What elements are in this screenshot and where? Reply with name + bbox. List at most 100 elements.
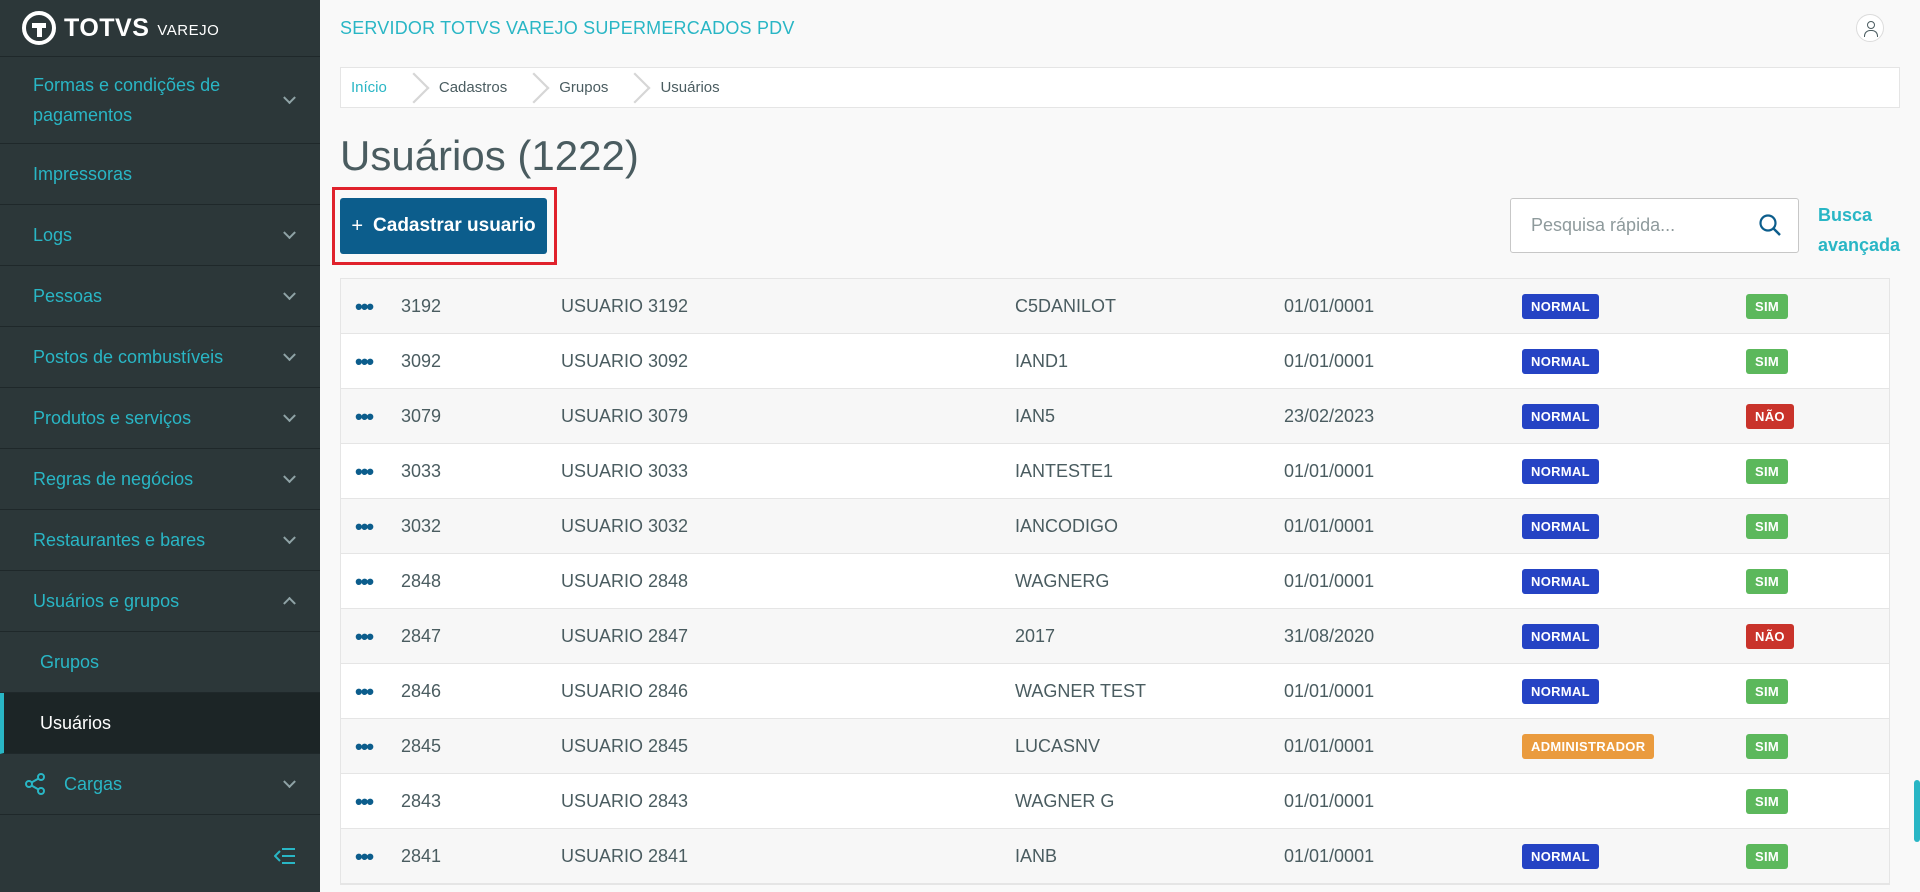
- row-actions-menu-icon[interactable]: •••: [355, 334, 374, 389]
- user-active: SIM: [1746, 334, 1789, 389]
- row-actions-menu-icon[interactable]: •••: [355, 279, 374, 334]
- sidebar-item-label: Formas e condições de pagamentos: [33, 75, 221, 125]
- user-code: 3092: [401, 351, 442, 371]
- user-active-badge: SIM: [1746, 294, 1789, 319]
- table-row[interactable]: ••• 3079 USUARIO 3079 IAN5 23/02/2023 NORMAL N…: [341, 389, 1889, 444]
- user-code: 3079: [401, 406, 442, 426]
- row-actions-menu-icon[interactable]: •••: [355, 774, 374, 829]
- user-date: 01/01/0001: [1284, 516, 1375, 536]
- sidebar-item-logs[interactable]: Logs: [0, 205, 320, 266]
- breadcrumb-cadastros: Cadastros: [438, 79, 508, 96]
- user-name: USUARIO 3079: [561, 406, 689, 426]
- table-row[interactable]: ••• 3033 USUARIO 3033 IANTESTE1 01/01/0001 NO…: [341, 444, 1889, 499]
- table-row[interactable]: ••• 2847 USUARIO 2847 2017 31/08/2020 NORMAL N…: [341, 609, 1889, 664]
- sidebar-item-label: Logs: [33, 225, 73, 245]
- breadcrumb: Início Cadastros Grupos Usuários: [340, 67, 1900, 108]
- sidebar-item-postos[interactable]: Postos de combustíveis: [0, 327, 320, 388]
- row-actions-menu-icon[interactable]: •••: [355, 389, 374, 444]
- breadcrumb-separator: [619, 71, 651, 104]
- table-row[interactable]: ••• 2846 USUARIO 2846 WAGNER TEST 01/01/0001…: [341, 664, 1889, 719]
- row-actions-menu-icon[interactable]: •••: [355, 499, 374, 554]
- user-type: NORMAL: [1522, 554, 1599, 609]
- sidebar: TOTVS VAREJO Formas e condições de pagam…: [0, 0, 320, 892]
- table-row[interactable]: ••• 2848 USUARIO 2848 WAGNERG 01/01/0001 NORM…: [341, 554, 1889, 609]
- user-name: USUARIO 3192: [561, 296, 689, 316]
- user-login: IAN5: [1015, 406, 1056, 426]
- sidebar-item-label: Pessoas: [33, 286, 103, 306]
- sidebar-item-restaurantes[interactable]: Restaurantes e bares: [0, 510, 320, 571]
- user-type-badge: NORMAL: [1522, 514, 1599, 539]
- breadcrumb-separator: [518, 71, 550, 104]
- user-name: USUARIO 3033: [561, 461, 689, 481]
- user-active-badge: SIM: [1746, 679, 1789, 704]
- user-name: USUARIO 2846: [561, 681, 689, 701]
- add-user-button[interactable]: + Cadastrar usuario: [340, 198, 547, 254]
- sidebar-item-usuarios[interactable]: Usuários: [0, 693, 320, 754]
- search-input[interactable]: [1531, 215, 1741, 236]
- chevron-down-icon: [283, 348, 296, 362]
- totvs-logo-icon: [22, 11, 56, 45]
- user-active-badge: SIM: [1746, 844, 1789, 869]
- row-actions-menu-icon[interactable]: •••: [355, 829, 374, 884]
- user-active-badge: NÃO: [1746, 404, 1794, 429]
- user-name: USUARIO 2843: [561, 791, 689, 811]
- user-profile-icon[interactable]: [1856, 14, 1884, 42]
- user-login: WAGNER G: [1015, 791, 1115, 811]
- collapse-sidebar-icon[interactable]: [273, 844, 296, 872]
- sidebar-item-label: Regras de negócios: [33, 469, 194, 489]
- user-active: SIM: [1746, 499, 1789, 554]
- sidebar-item-usuarios-grupos[interactable]: Usuários e grupos: [0, 571, 320, 632]
- user-code: 2845: [401, 736, 442, 756]
- sidebar-item-grupos[interactable]: Grupos: [0, 632, 320, 693]
- sidebar-item-produtos[interactable]: Produtos e serviços: [0, 388, 320, 449]
- sidebar-item-pessoas[interactable]: Pessoas: [0, 266, 320, 327]
- user-login: LUCASNV: [1015, 736, 1101, 756]
- brand-name: TOTVS: [64, 13, 150, 42]
- sidebar-item-label: Usuários e grupos: [33, 591, 180, 611]
- user-date: 01/01/0001: [1284, 351, 1375, 371]
- brand-sub: VAREJO: [157, 22, 220, 39]
- table-row[interactable]: ••• 3092 USUARIO 3092 IAND1 01/01/0001 NORMAL…: [341, 334, 1889, 389]
- table-row[interactable]: ••• 2843 USUARIO 2843 WAGNER G 01/01/0001 SIM: [341, 774, 1889, 829]
- table-row[interactable]: ••• 3032 USUARIO 3032 IANCODIGO 01/01/0001 NO…: [341, 499, 1889, 554]
- user-active: SIM: [1746, 664, 1789, 719]
- user-login: IANTESTE1: [1015, 461, 1114, 481]
- user-active: SIM: [1746, 279, 1789, 334]
- sidebar-item-regras[interactable]: Regras de negócios: [0, 449, 320, 510]
- row-actions-menu-icon[interactable]: •••: [355, 444, 374, 499]
- sidebar-item-formas-pagamento[interactable]: Formas e condições de pagamentos: [0, 57, 320, 144]
- breadcrumb-separator: [398, 71, 430, 104]
- table-row[interactable]: ••• 2845 USUARIO 2845 LUCASNV 01/01/0001 ADMI…: [341, 719, 1889, 774]
- sidebar-item-cargas[interactable]: Cargas: [0, 754, 320, 815]
- chevron-down-icon: [283, 287, 296, 301]
- table-row[interactable]: ••• 2841 USUARIO 2841 IANB 01/01/0001 NORMAL S…: [341, 829, 1889, 884]
- user-code: 3032: [401, 516, 442, 536]
- user-code: 3033: [401, 461, 442, 481]
- advanced-search-link[interactable]: Busca avançada: [1818, 200, 1902, 260]
- sidebar-item-impressoras[interactable]: Impressoras: [0, 144, 320, 205]
- sidebar-item-label: Restaurantes e bares: [33, 530, 206, 550]
- sidebar-item-label: Postos de combustíveis: [33, 347, 224, 367]
- row-actions-menu-icon[interactable]: •••: [355, 664, 374, 719]
- chevron-up-icon: [283, 596, 296, 610]
- quick-search: [1510, 198, 1799, 253]
- user-active: SIM: [1746, 444, 1789, 499]
- row-actions-menu-icon[interactable]: •••: [355, 609, 374, 664]
- user-type-badge: NORMAL: [1522, 294, 1599, 319]
- logo[interactable]: TOTVS VAREJO: [0, 0, 320, 57]
- user-type-badge: NORMAL: [1522, 624, 1599, 649]
- chevron-down-icon: [283, 531, 296, 545]
- table-row[interactable]: ••• 3192 USUARIO 3192 C5DANILOT 01/01/0001 NO…: [341, 279, 1889, 334]
- user-active-badge: SIM: [1746, 789, 1789, 814]
- scrollbar[interactable]: [1914, 780, 1920, 842]
- plus-icon: +: [351, 214, 364, 237]
- sidebar-item-label: Impressoras: [33, 164, 133, 184]
- user-active-badge: SIM: [1746, 349, 1789, 374]
- search-icon[interactable]: [1758, 213, 1782, 237]
- user-name: USUARIO 2847: [561, 626, 689, 646]
- user-date: 31/08/2020: [1284, 626, 1375, 646]
- row-actions-menu-icon[interactable]: •••: [355, 554, 374, 609]
- row-actions-menu-icon[interactable]: •••: [355, 719, 374, 774]
- chevron-down-icon: [283, 775, 296, 789]
- user-login: IANB: [1015, 846, 1058, 866]
